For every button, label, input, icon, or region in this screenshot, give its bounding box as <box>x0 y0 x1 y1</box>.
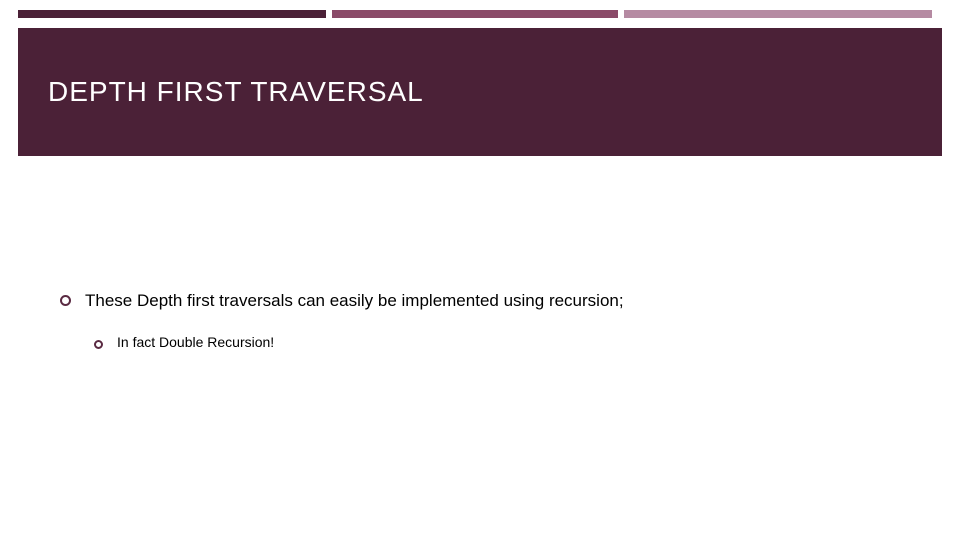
accent-bar-3 <box>624 10 932 18</box>
slide-body: These Depth first traversals can easily … <box>60 290 900 374</box>
circle-bullet-icon <box>94 340 103 349</box>
sub-bullet-text: In fact Double Recursion! <box>117 333 274 352</box>
accent-bars <box>18 10 942 18</box>
accent-bar-1 <box>18 10 326 18</box>
title-band: DEPTH FIRST TRAVERSAL <box>18 28 942 156</box>
slide: DEPTH FIRST TRAVERSAL These Depth first … <box>0 0 960 540</box>
bullet-icon <box>94 336 103 354</box>
bullet-icon <box>60 293 71 311</box>
slide-title: DEPTH FIRST TRAVERSAL <box>48 76 424 108</box>
accent-bar-2 <box>332 10 618 18</box>
bullet-text: These Depth first traversals can easily … <box>85 290 624 313</box>
sub-bullet-item: In fact Double Recursion! <box>94 333 900 354</box>
circle-bullet-icon <box>60 295 71 306</box>
bullet-item: These Depth first traversals can easily … <box>60 290 900 313</box>
